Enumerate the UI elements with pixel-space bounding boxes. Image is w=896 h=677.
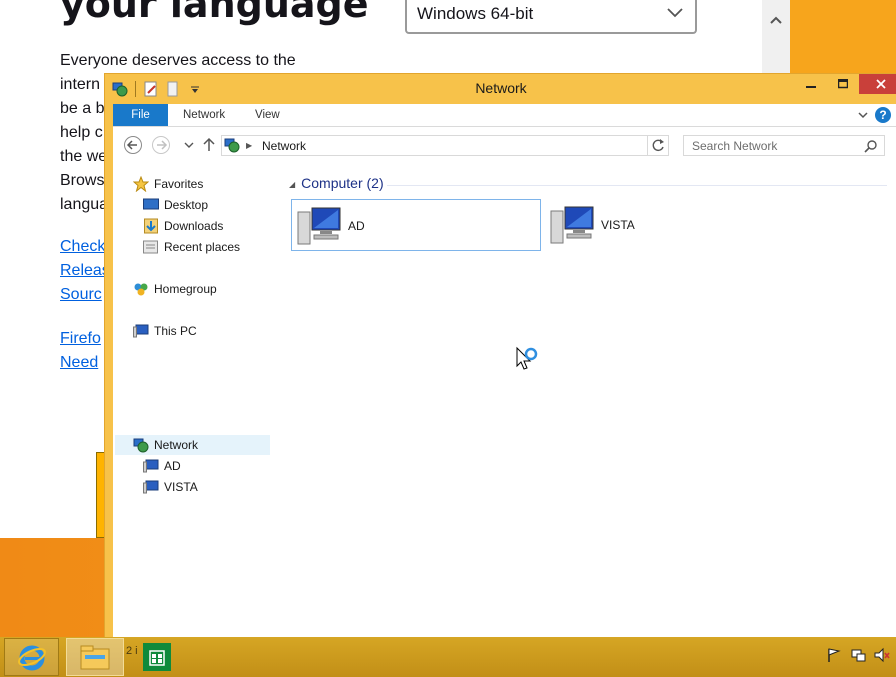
taskbar-internet-explorer[interactable] [4,638,59,676]
computer-icon [143,479,159,495]
search-input[interactable]: Search Network [683,135,885,156]
computer-icon [550,206,594,244]
paragraph-line: Everyone deserves access to the [60,52,296,69]
nav-item-desktop[interactable]: Desktop [143,195,208,215]
nav-item-recent-places[interactable]: Recent places [143,237,240,257]
nav-label: Favorites [154,177,204,191]
hidden-status-text: 2 i [126,645,138,657]
background-link[interactable]: Sourc [60,286,102,304]
download-os-select-value: Windows 64-bit [417,4,534,23]
up-arrow-icon[interactable] [199,135,219,155]
nav-label: VISTA [164,480,198,494]
refresh-button[interactable] [647,135,669,156]
background-link[interactable]: Check [60,238,105,256]
search-icon [864,140,877,153]
nav-label: Homegroup [154,282,217,296]
taskbar-store[interactable] [140,638,174,676]
nav-label: AD [164,459,181,473]
navigation-bar: ▶ Network Search Network [113,127,896,164]
background-link[interactable]: Firefo [60,330,101,348]
nav-item-homegroup[interactable]: Homegroup [133,279,217,299]
close-button[interactable] [859,74,896,94]
network-icon [224,138,240,153]
file-explorer-window: Network File Network View ? ▶ Network Se… [104,73,896,649]
background-heading: your language [60,0,369,26]
file-item-label: VISTA [601,218,635,232]
nav-item-this-pc[interactable]: This PC [133,321,197,341]
nav-item-network[interactable]: Network [133,435,198,455]
search-placeholder: Search Network [692,139,778,153]
close-icon [876,79,886,89]
title-bar[interactable]: Network [105,74,896,103]
group-header-label: Computer (2) [301,175,384,191]
collapse-triangle-icon[interactable]: ◢ [289,180,295,189]
nav-item-favorites[interactable]: Favorites [133,174,203,194]
nav-label: Downloads [164,219,224,233]
refresh-icon [652,139,664,152]
star-icon [133,176,149,192]
action-center-flag-icon[interactable] [826,647,842,663]
computer-icon [133,323,149,339]
store-icon [143,643,171,671]
background-link[interactable]: Releas [60,262,110,280]
explorer-content: Favorites Desktop Downloads Recent place… [113,164,896,639]
busy-cursor-icon [516,346,538,370]
navigation-pane: Favorites Desktop Downloads Recent place… [113,164,279,639]
tab-view[interactable]: View [255,104,280,126]
nav-item-ad[interactable]: AD [143,456,181,476]
expand-ribbon-icon[interactable] [857,109,869,121]
window-controls [795,74,896,94]
homegroup-icon [133,281,149,297]
download-os-select[interactable]: Windows 64-bit [405,0,697,34]
file-explorer-icon [80,645,110,670]
system-tray [826,647,890,663]
nav-item-vista[interactable]: VISTA [143,477,198,497]
group-divider [387,185,887,186]
tab-network[interactable]: Network [183,104,225,126]
breadcrumb-arrow-icon[interactable]: ▶ [246,141,252,150]
desktop-icon [143,197,159,213]
taskbar-file-explorer[interactable] [66,638,124,676]
address-bar[interactable]: ▶ Network [221,135,669,156]
downloads-icon [143,218,159,234]
internet-explorer-icon [17,645,46,671]
nav-label: Network [154,438,199,452]
recent-locations-icon[interactable] [179,135,199,155]
breadcrumb-network[interactable]: Network [262,139,306,153]
network-icon [133,437,149,453]
file-item-label: AD [348,219,365,233]
nav-label: Desktop [164,198,209,212]
file-item-ad[interactable]: AD [291,199,541,251]
forward-button[interactable] [151,135,171,155]
window-title: Network [475,80,527,96]
background-link[interactable]: Need [60,354,98,372]
group-header-computer[interactable]: ◢ Computer (2) [289,175,384,191]
back-button[interactable] [123,135,143,155]
recent-places-icon [143,239,159,255]
minimize-button[interactable] [795,74,827,94]
chevron-up-icon[interactable] [768,12,784,28]
nav-label: This PC [154,324,197,338]
file-item-vista[interactable]: VISTA [545,199,795,251]
ribbon-tabs: File Network View ? [113,104,896,127]
chevron-down-icon [667,8,683,18]
maximize-button[interactable] [827,74,859,94]
computer-icon [297,207,341,245]
taskbar: 2 i [0,637,896,677]
computer-icon [143,458,159,474]
network-status-icon[interactable] [850,647,866,663]
nav-item-downloads[interactable]: Downloads [143,216,223,236]
help-icon[interactable]: ? [875,107,891,123]
nav-label: Recent places [164,240,241,254]
file-list-pane: ◢ Computer (2) AD VISTA [279,164,896,639]
tab-file[interactable]: File [113,104,168,126]
volume-muted-icon[interactable] [874,647,890,663]
